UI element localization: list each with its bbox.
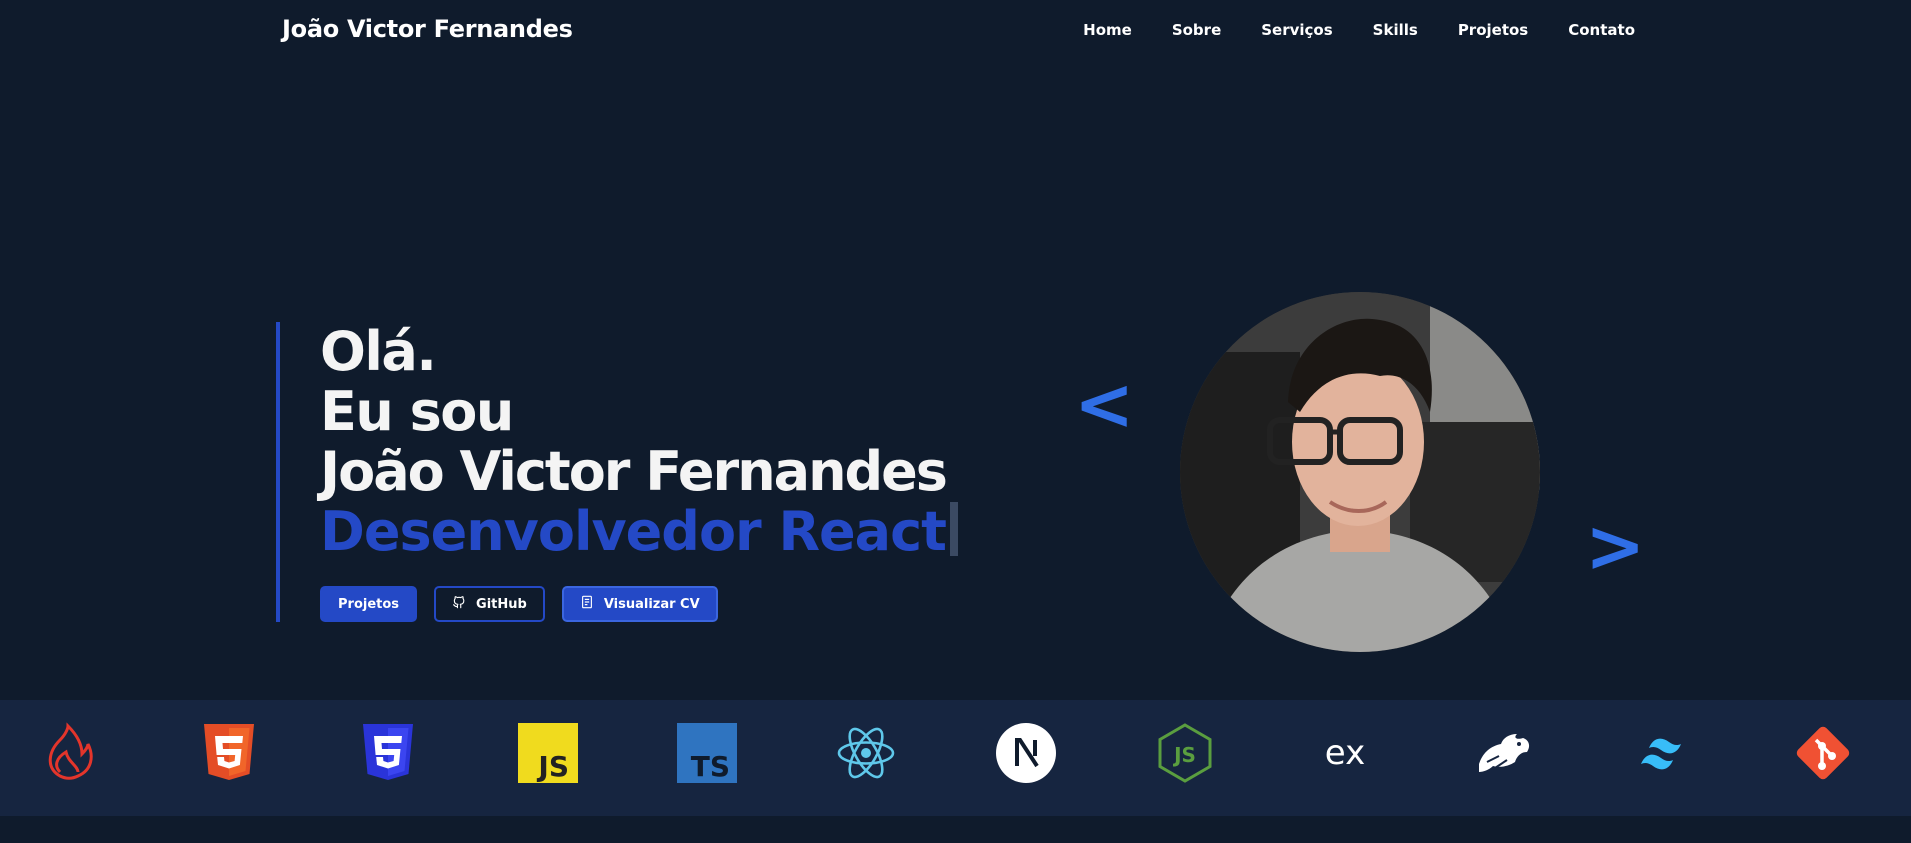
html5-icon <box>198 722 260 784</box>
react-icon <box>835 722 897 784</box>
brand-name[interactable]: João Victor Fernandes <box>282 15 573 43</box>
github-button[interactable]: GitHub <box>434 586 545 622</box>
nextjs-icon <box>995 722 1057 784</box>
tailwind-icon <box>1633 722 1695 784</box>
svg-text:JS: JS <box>536 750 569 783</box>
view-cv-button[interactable]: Visualizar CV <box>561 586 718 622</box>
nav-projetos[interactable]: Projetos <box>1458 21 1528 39</box>
svg-text:ex: ex <box>1325 733 1365 773</box>
firebase-icon <box>38 722 100 784</box>
projects-button-label: Projetos <box>338 596 400 612</box>
nav-home[interactable]: Home <box>1083 21 1132 39</box>
hero-name: João Victor Fernandes <box>320 440 948 503</box>
css3-icon <box>357 722 419 784</box>
hero-role: Desenvolvedor React <box>320 500 947 563</box>
hero-intro: Eu sou <box>320 380 514 443</box>
bracket-left: < <box>1074 362 1135 446</box>
svg-text:JS: JS <box>1172 743 1196 767</box>
nestjs-icon <box>1473 722 1535 784</box>
express-icon: ex <box>1314 722 1376 784</box>
github-icon <box>452 595 466 613</box>
svg-text:TS: TS <box>691 750 730 783</box>
hero-heading: Olá. Eu sou João Victor Fernandes Desenv… <box>320 322 958 562</box>
nav-servicos[interactable]: Serviços <box>1261 21 1332 39</box>
site-header: João Victor Fernandes Home Sobre Serviço… <box>0 0 1911 64</box>
hero-accent-bar <box>276 322 280 622</box>
projects-button[interactable]: Projetos <box>320 586 418 622</box>
bracket-right: > <box>1585 504 1646 588</box>
nodejs-icon: JS <box>1154 722 1216 784</box>
javascript-icon: JS <box>517 722 579 784</box>
hero-buttons: Projetos GitHub Visualizar CV <box>320 586 718 622</box>
nav-contato[interactable]: Contato <box>1568 21 1635 39</box>
git-icon <box>1792 722 1854 784</box>
github-button-label: GitHub <box>476 596 527 612</box>
nav-skills[interactable]: Skills <box>1373 21 1418 39</box>
hero-role-line: Desenvolvedor React <box>320 502 958 562</box>
hero-greeting: Olá. <box>320 320 437 383</box>
view-cv-button-label: Visualizar CV <box>603 596 700 612</box>
profile-photo <box>1180 292 1540 652</box>
tech-strip: JS TS JS ex <box>0 700 1911 816</box>
typing-cursor <box>949 502 958 556</box>
main-nav: Home Sobre Serviços Skills Projetos Cont… <box>1083 21 1635 39</box>
document-icon <box>580 595 594 613</box>
typescript-icon: TS <box>676 722 738 784</box>
nav-sobre[interactable]: Sobre <box>1172 21 1221 39</box>
